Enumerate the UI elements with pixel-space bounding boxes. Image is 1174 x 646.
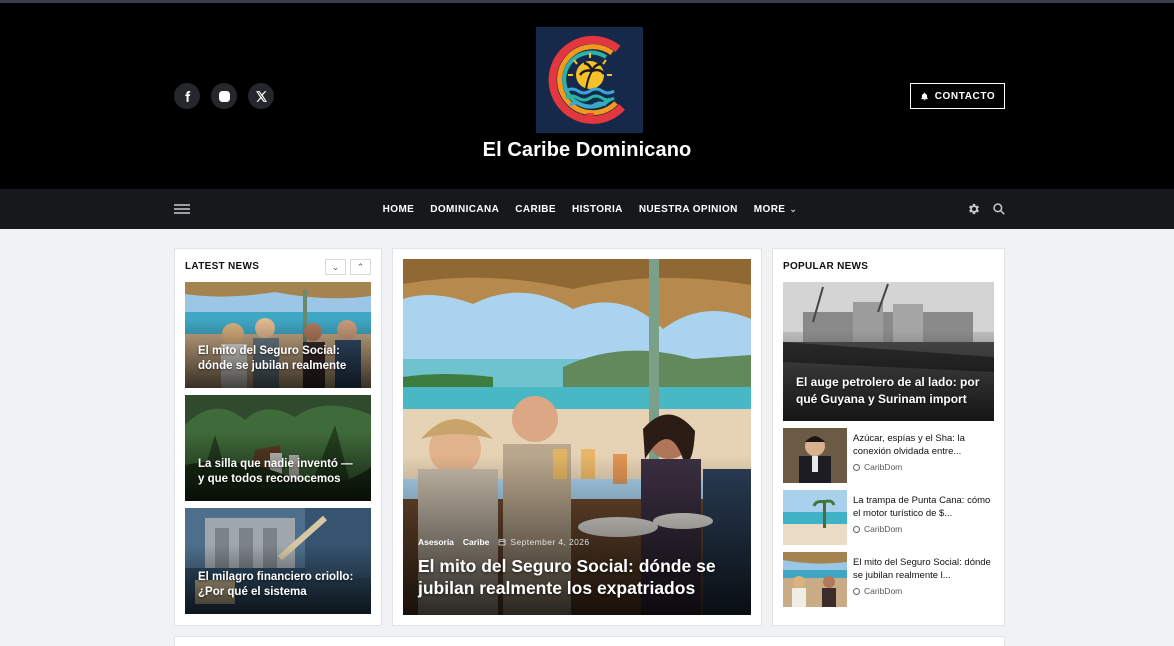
- latest-news-item[interactable]: El mito del Seguro Social: dónde se jubi…: [185, 282, 371, 388]
- author: CaribDom: [853, 462, 902, 472]
- chevron-down-icon[interactable]: ⌄: [325, 259, 346, 275]
- x-icon[interactable]: [248, 83, 274, 109]
- popular-news-thumbnail: [783, 428, 847, 483]
- chevron-up-icon[interactable]: ⌃: [350, 259, 371, 275]
- post-date: September 4, 2026: [498, 537, 589, 547]
- popular-news-item[interactable]: La trampa de Punta Cana: cómo el motor t…: [783, 490, 998, 546]
- author: CaribDom: [853, 586, 902, 596]
- popular-news-thumbnail: [783, 490, 847, 545]
- main-navigation: HOME DOMINICANA CARIBE HISTORIA NUESTRA …: [0, 189, 1174, 229]
- calendar-icon: [498, 539, 506, 546]
- popular-lead-item[interactable]: El auge petrolero de al lado: por qué Gu…: [783, 282, 994, 421]
- settings-gear-icon[interactable]: [967, 202, 981, 216]
- social-links: [174, 83, 274, 109]
- latest-news-title: El milagro financiero criollo: ¿Por qué …: [198, 571, 354, 598]
- bell-icon: [920, 92, 928, 100]
- instagram-icon[interactable]: [211, 83, 237, 109]
- author-name[interactable]: CaribDom: [864, 462, 902, 472]
- popular-news-title: El mito del Seguro Social: dónde se jubi…: [853, 557, 991, 581]
- nav-item-more-label: MORE: [753, 203, 786, 215]
- site-logo[interactable]: [536, 27, 643, 133]
- latest-news-title: El mito del Seguro Social: dónde se jubi…: [198, 345, 347, 372]
- category-tag[interactable]: Asesoría: [418, 537, 454, 547]
- contact-label: CONTACTO: [934, 90, 996, 102]
- author-name[interactable]: CaribDom: [864, 524, 902, 534]
- site-header: El Caribe Dominicano CONTACTO: [0, 3, 1174, 189]
- facebook-icon[interactable]: [174, 83, 200, 109]
- chevron-down-icon: ⌄: [789, 203, 798, 214]
- nav-item-nuestra-opinion[interactable]: NUESTRA OPINION: [639, 204, 738, 215]
- popular-news-title: La trampa de Punta Cana: cómo el motor t…: [853, 495, 991, 519]
- author-name[interactable]: CaribDom: [864, 586, 902, 596]
- user-icon: [853, 525, 860, 533]
- latest-news-title: La silla que nadie inventó — y que todos…: [198, 458, 353, 485]
- contact-button[interactable]: CONTACTO: [910, 83, 1005, 109]
- nav-item-caribe[interactable]: CARIBE: [515, 204, 556, 215]
- popular-news-thumbnail: [783, 552, 847, 607]
- author: CaribDom: [853, 524, 902, 534]
- featured-article[interactable]: Asesoría Caribe September 4, 2026 El mit…: [403, 259, 751, 615]
- nav-item-dominicana[interactable]: DOMINICANA: [430, 204, 499, 215]
- search-icon[interactable]: [992, 202, 1006, 216]
- user-icon: [853, 587, 860, 595]
- site-title[interactable]: El Caribe Dominicano: [0, 139, 1174, 162]
- latest-news-item[interactable]: La silla que nadie inventó — y que todos…: [185, 395, 371, 501]
- popular-news-item[interactable]: El mito del Seguro Social: dónde se jubi…: [783, 552, 998, 608]
- popular-news-heading: POPULAR NEWS: [783, 261, 869, 272]
- user-icon: [853, 463, 860, 471]
- popular-news-item[interactable]: Azúcar, espías y el Sha: la conexión olv…: [783, 428, 998, 484]
- latest-news-arrows: ⌄ ⌃: [325, 259, 371, 275]
- featured-meta: Asesoría Caribe September 4, 2026: [418, 537, 590, 547]
- nav-item-historia[interactable]: HISTORIA: [572, 204, 623, 215]
- next-section-panel: [174, 636, 1005, 646]
- featured-title[interactable]: El mito del Seguro Social: dónde se jubi…: [418, 556, 731, 599]
- popular-news-title: Azúcar, espías y el Sha: la conexión olv…: [853, 433, 965, 457]
- post-date-text: September 4, 2026: [510, 537, 590, 547]
- latest-news-heading: LATEST NEWS: [185, 261, 260, 272]
- nav-item-more[interactable]: MORE ⌄: [754, 204, 798, 215]
- nav-item-home[interactable]: HOME: [383, 204, 415, 215]
- popular-lead-title: El auge petrolero de al lado: por qué Gu…: [796, 375, 980, 406]
- category-tag[interactable]: Caribe: [463, 537, 489, 547]
- latest-news-item[interactable]: El milagro financiero criollo: ¿Por qué …: [185, 508, 371, 614]
